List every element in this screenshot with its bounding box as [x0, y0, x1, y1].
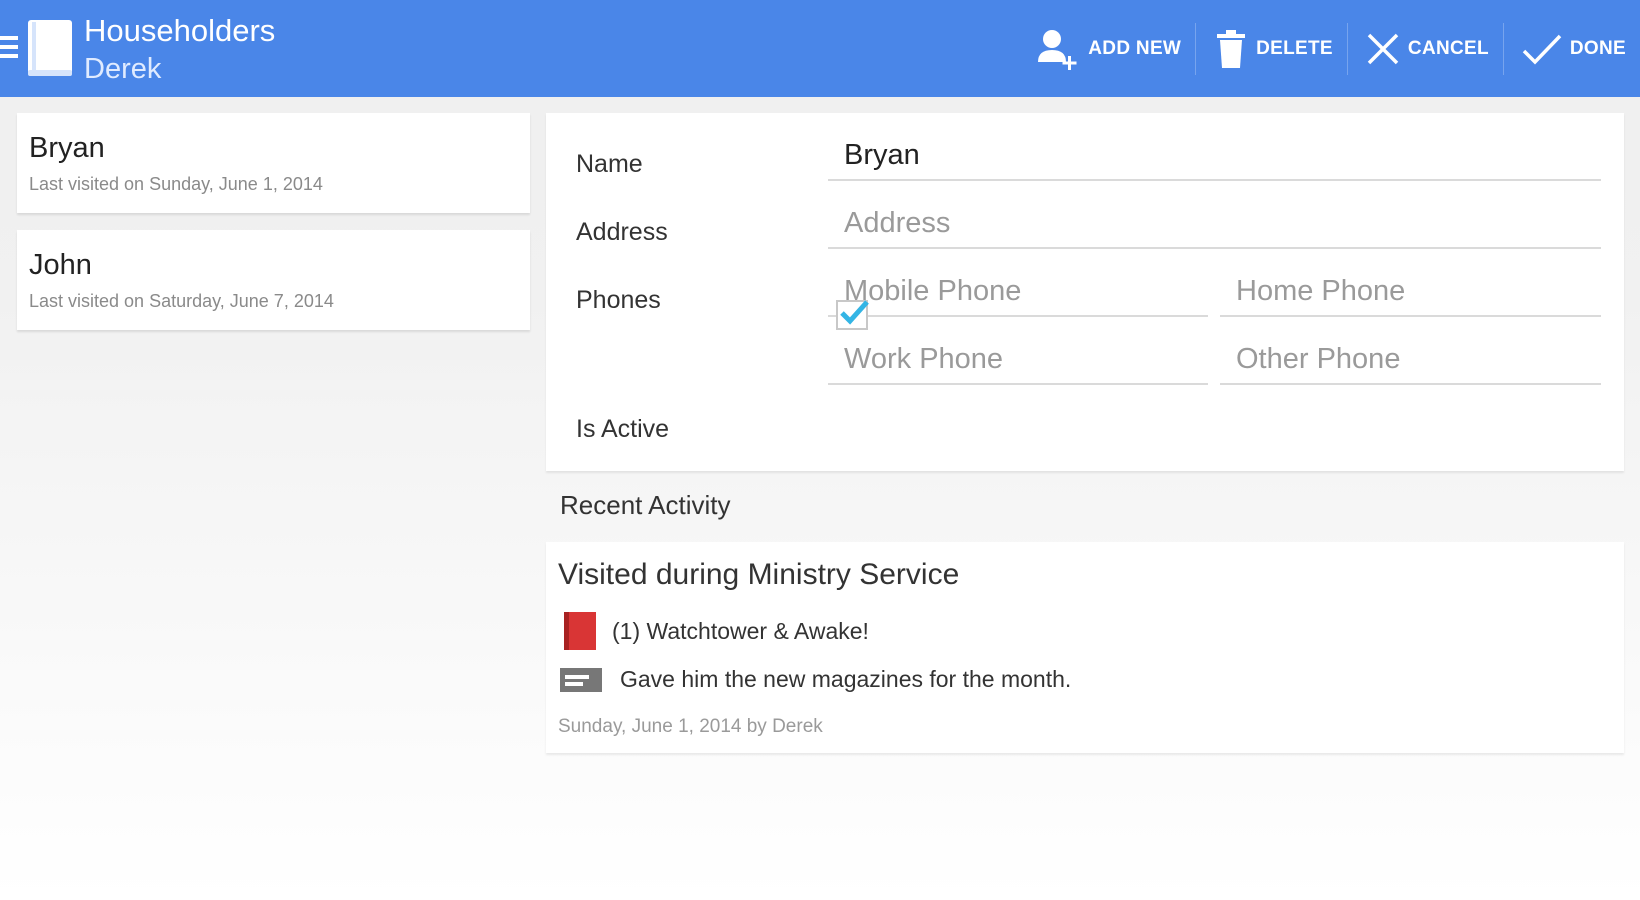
note-row: Gave him the new magazines for the month… — [558, 664, 1071, 694]
address-field[interactable]: Address — [828, 201, 1601, 249]
navigation-drawer-icon[interactable] — [0, 36, 18, 62]
trash-icon — [1217, 29, 1246, 68]
done-label: DONE — [1569, 37, 1626, 59]
address-label: Address — [576, 218, 668, 246]
delete-button[interactable]: DELETE — [1196, 0, 1347, 97]
done-button[interactable]: DONE — [1504, 0, 1640, 97]
activity-meta: Sunday, June 1, 2014 by Derek — [558, 716, 823, 737]
book-icon — [28, 20, 72, 76]
recent-activity-heading: Recent Activity — [560, 490, 731, 520]
action-buttons: ADD NEW DELETE CANCEL DONE — [1016, 0, 1640, 97]
add-new-label: ADD NEW — [1088, 37, 1182, 59]
householder-name: Bryan — [29, 132, 105, 164]
last-visited: Last visited on Saturday, June 7, 2014 — [29, 291, 334, 311]
note-text: Gave him the new magazines for the month… — [620, 665, 1072, 692]
mobile-phone-field[interactable]: Mobile Phone — [828, 269, 1208, 317]
checkbox-tick-icon — [840, 300, 869, 325]
list-item[interactable]: John Last visited on Saturday, June 7, 2… — [17, 230, 530, 330]
add-person-icon — [1038, 29, 1077, 70]
delete-label: DELETE — [1256, 37, 1333, 59]
home-phone-field[interactable]: Home Phone — [1220, 269, 1601, 317]
action-bar: Householders Derek ADD NEW DELETE CANCEL… — [0, 0, 1640, 97]
householder-list: Bryan Last visited on Sunday, June 1, 20… — [17, 113, 530, 347]
list-item[interactable]: Bryan Last visited on Sunday, June 1, 20… — [17, 113, 530, 213]
cancel-button[interactable]: CANCEL — [1348, 0, 1503, 97]
checkmark-icon — [1522, 34, 1562, 64]
add-new-button[interactable]: ADD NEW — [1016, 0, 1195, 97]
placement-row: (1) Watchtower & Awake! — [558, 610, 869, 652]
app-title: Householders — [84, 13, 276, 48]
other-phone-field[interactable]: Other Phone — [1220, 337, 1601, 385]
is-active-label: Is Active — [576, 415, 670, 443]
phones-label: Phones — [576, 286, 661, 314]
name-label: Name — [576, 150, 643, 178]
householder-form: Name Bryan Address Address Phones Mobile… — [546, 113, 1624, 471]
app-root: Householders Derek ADD NEW DELETE CANCEL… — [0, 0, 1640, 900]
cancel-label: CANCEL — [1407, 37, 1489, 59]
householder-name: John — [29, 249, 92, 281]
app-subtitle: Derek — [84, 53, 162, 85]
close-icon — [1367, 33, 1399, 64]
note-icon — [560, 668, 602, 692]
work-phone-field[interactable]: Work Phone — [828, 337, 1208, 385]
last-visited: Last visited on Sunday, June 1, 2014 — [29, 174, 323, 194]
name-field[interactable]: Bryan — [828, 133, 1601, 181]
activity-card[interactable]: Visited during Ministry Service (1) Watc… — [546, 542, 1624, 753]
title-block: Householders Derek — [84, 12, 275, 88]
is-active-checkbox[interactable] — [836, 300, 869, 330]
placement-text: (1) Watchtower & Awake! — [612, 617, 869, 644]
activity-title: Visited during Ministry Service — [558, 558, 960, 591]
red-book-icon — [564, 612, 596, 650]
